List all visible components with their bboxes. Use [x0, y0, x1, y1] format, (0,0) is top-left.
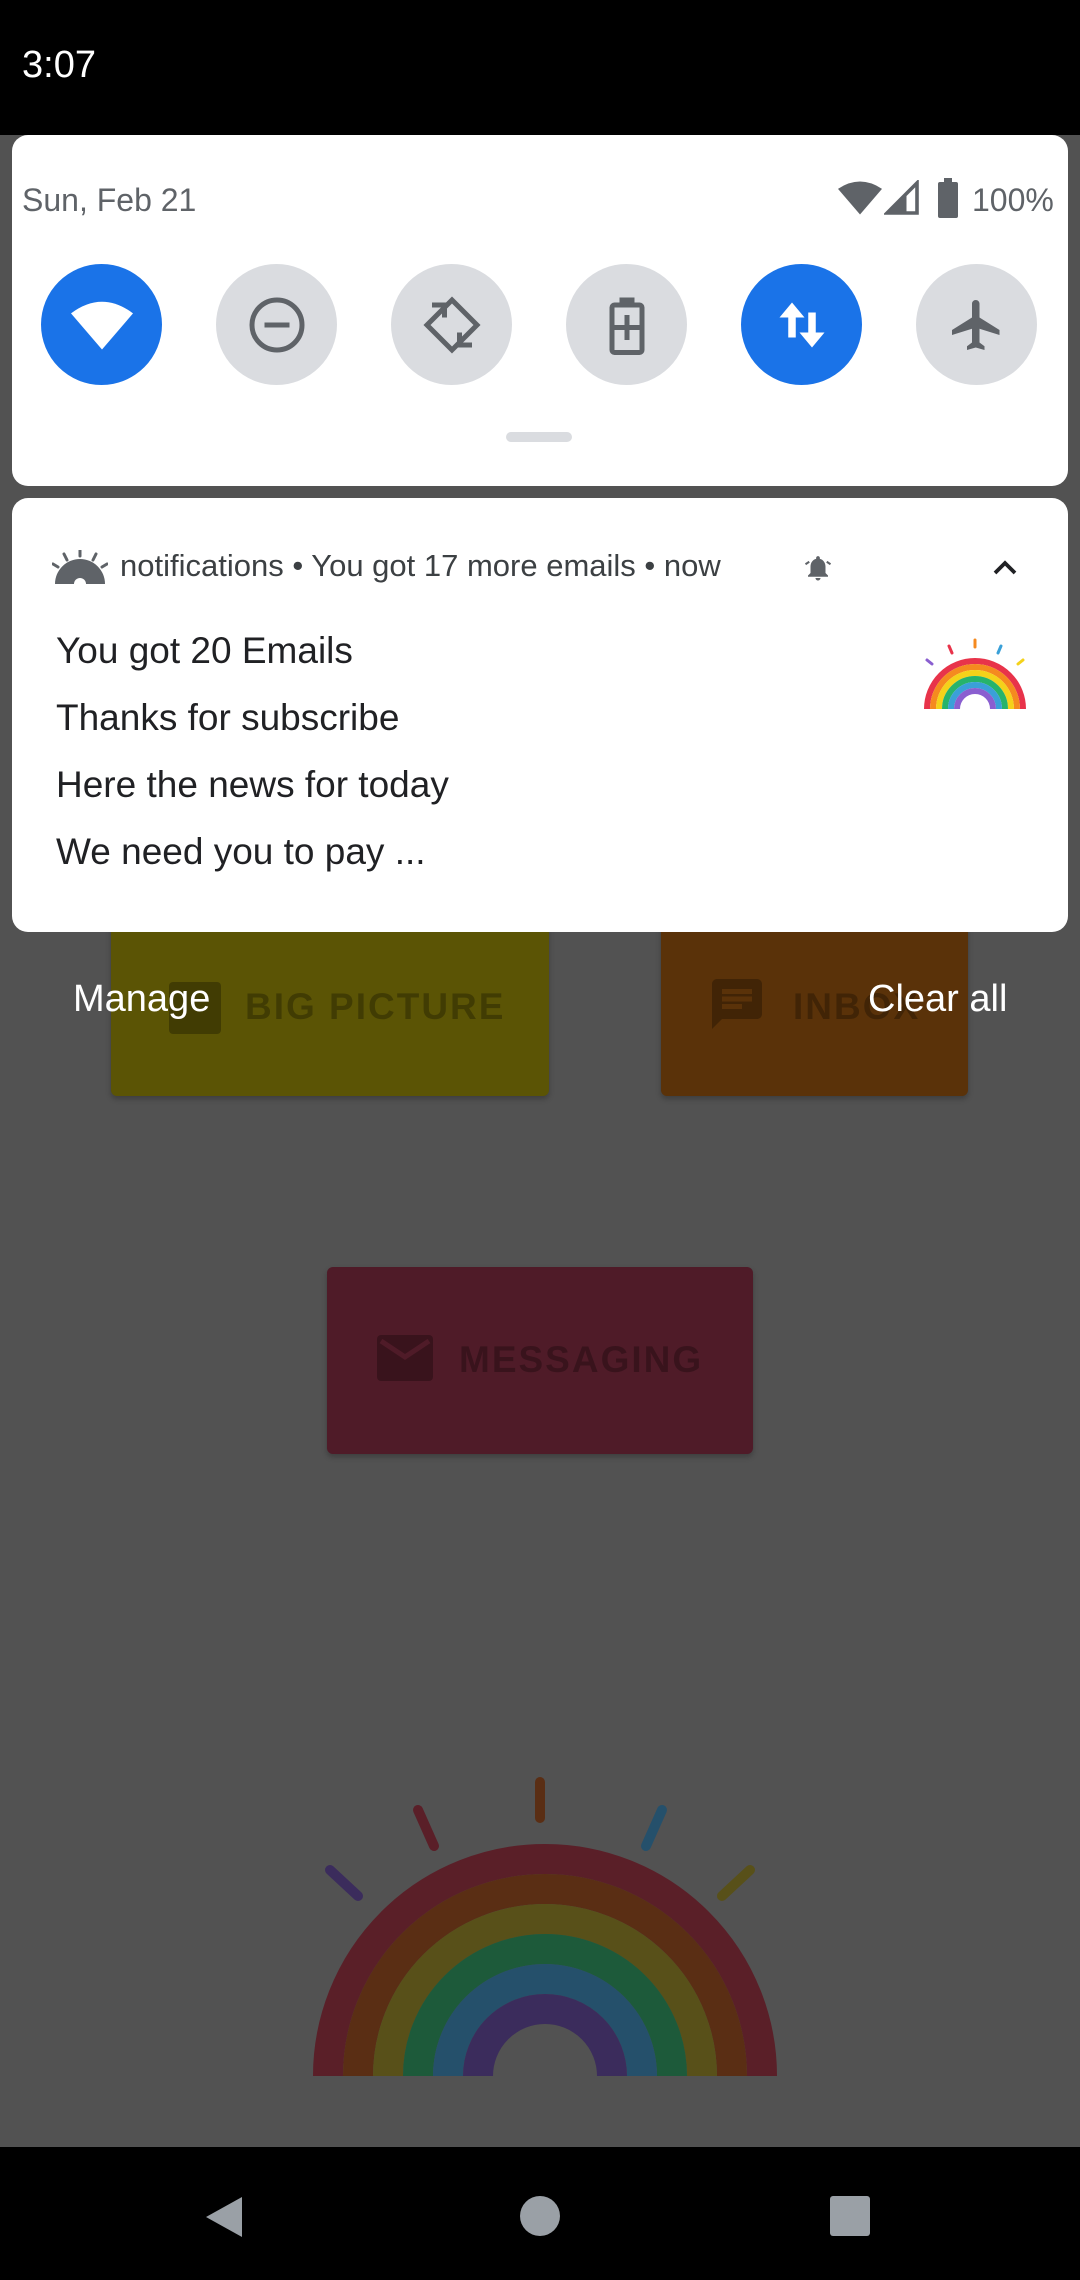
back-icon[interactable] — [204, 2195, 244, 2239]
status-bar: 3:07 — [0, 0, 1080, 135]
qs-tile-do-not-disturb[interactable] — [216, 264, 337, 385]
battery-percent: 100% — [972, 182, 1054, 218]
header-separator: • — [292, 548, 312, 583]
clear-all-button[interactable]: Clear all — [868, 978, 1007, 1021]
battery-icon — [938, 178, 958, 218]
big-picture-label: BIG PICTURE — [245, 986, 506, 1027]
qs-date[interactable]: Sun, Feb 21 — [22, 182, 196, 219]
auto-rotate-icon — [422, 295, 481, 354]
notification-line: Thanks for subscribe — [56, 697, 400, 738]
message-icon — [712, 979, 762, 1029]
messaging-button: MESSAGING — [327, 1267, 753, 1454]
qs-tile-wifi[interactable] — [41, 264, 162, 385]
home-icon[interactable] — [519, 2195, 561, 2237]
messaging-label: MESSAGING — [459, 1339, 704, 1380]
rainbow-icon — [924, 638, 1026, 710]
notification-line: Here the news for today — [56, 764, 449, 805]
status-clock: 3:07 — [22, 44, 96, 86]
header-separator: • — [644, 548, 664, 583]
notification-app-name: notifications — [120, 548, 284, 583]
rainbow-illustration — [313, 1777, 777, 2077]
notification-summary: You got 17 more emails — [311, 548, 636, 583]
collapse-chevron-icon[interactable] — [990, 556, 1020, 580]
mobile-data-icon — [779, 302, 824, 347]
recents-icon[interactable] — [829, 2195, 871, 2237]
do-not-disturb-icon — [249, 297, 304, 352]
wifi-status-icon — [838, 181, 882, 215]
notification-time: now — [663, 548, 721, 583]
notification-header: notifications • You got 17 more emails •… — [120, 548, 721, 584]
airplane-icon — [951, 299, 999, 350]
mail-icon — [377, 1335, 433, 1381]
qs-tile-mobile-data[interactable] — [741, 264, 862, 385]
qs-tile-auto-rotate[interactable] — [391, 264, 512, 385]
notification-line: You got 20 Emails — [56, 630, 353, 671]
battery-saver-icon — [609, 297, 644, 355]
wifi-icon — [70, 301, 133, 350]
qs-drag-handle[interactable] — [506, 432, 572, 442]
navigation-bar — [0, 2147, 1080, 2280]
signal-icon — [884, 180, 919, 215]
qs-tile-battery-saver[interactable] — [566, 264, 687, 385]
alerted-bell-icon — [804, 556, 832, 581]
qs-tile-airplane-mode[interactable] — [916, 264, 1037, 385]
notification-line: We need you to pay ... — [56, 831, 426, 872]
manage-button[interactable]: Manage — [73, 978, 210, 1021]
app-icon — [52, 550, 108, 584]
